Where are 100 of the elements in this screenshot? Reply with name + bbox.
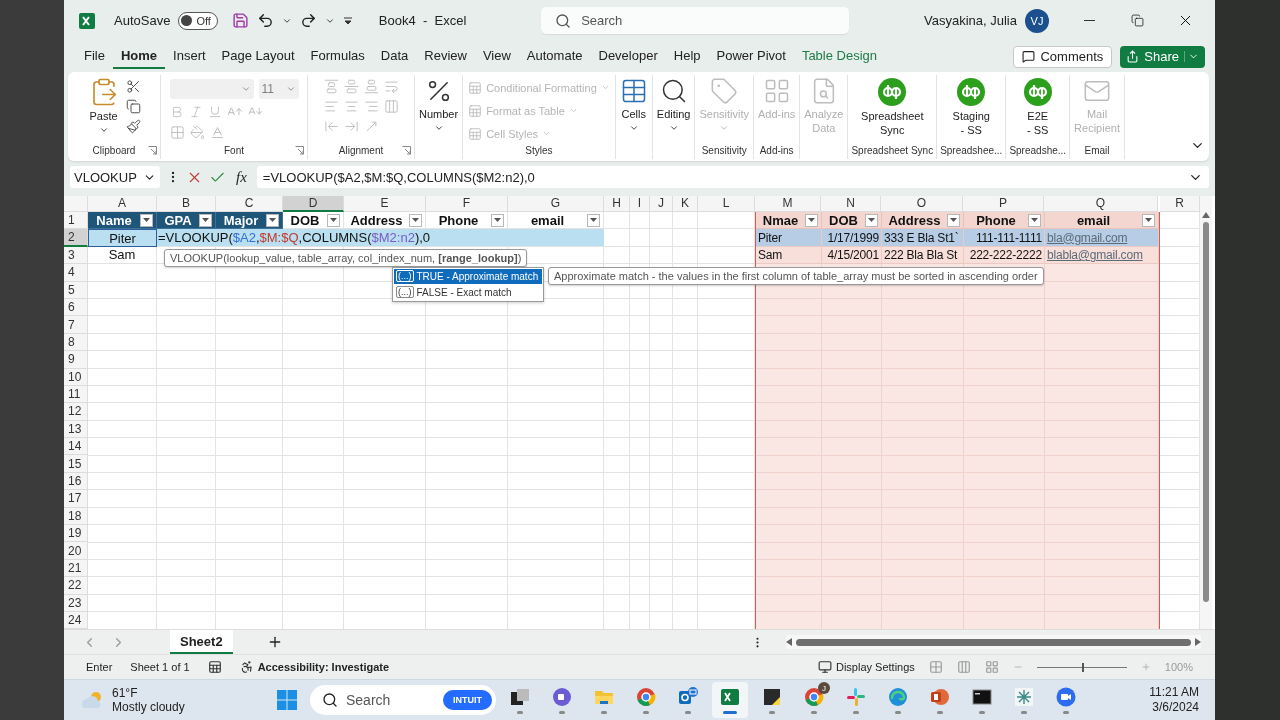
- filter-button[interactable]: [1028, 213, 1041, 227]
- filter-button[interactable]: [587, 213, 600, 227]
- filter-button[interactable]: [327, 213, 340, 227]
- align-right-icon[interactable]: [363, 98, 379, 114]
- row-header[interactable]: 17: [64, 490, 88, 508]
- filter-button[interactable]: [199, 213, 212, 227]
- email-link[interactable]: blabla@gmail.com: [1047, 247, 1143, 262]
- column-header[interactable]: D: [283, 196, 344, 212]
- ribbon-tab[interactable]: Insert: [165, 44, 214, 70]
- accessibility-status[interactable]: Accessibility: Investigate: [257, 661, 390, 674]
- user-avatar[interactable]: VJ: [1025, 8, 1049, 33]
- row-header[interactable]: 2: [64, 229, 88, 247]
- ribbon-button[interactable]: E2E - SS: [1021, 74, 1054, 139]
- page-layout-icon[interactable]: [956, 660, 971, 675]
- autocomplete-option[interactable]: (...) TRUE - Approximate match: [394, 269, 542, 284]
- row-header[interactable]: 15: [64, 455, 88, 473]
- column-header[interactable]: A: [88, 196, 157, 212]
- formula-field[interactable]: =VLOOKUP($A2,$M:$Q,COLUMNS($M2:n2),0: [256, 166, 1209, 189]
- accessibility-icon[interactable]: [239, 660, 254, 675]
- column-header[interactable]: G: [508, 196, 604, 212]
- redo-icon[interactable]: [299, 12, 317, 30]
- ribbon-tab[interactable]: Home: [112, 44, 166, 70]
- row-header[interactable]: 12: [64, 403, 88, 421]
- start-icon[interactable]: [276, 689, 298, 712]
- email-link[interactable]: bla@gmail.com: [1047, 230, 1128, 245]
- ribbon-button[interactable]: Spreadsheet Sync: [860, 74, 925, 139]
- ribbon-button[interactable]: Cells: [618, 74, 649, 135]
- ribbon-tab[interactable]: View: [474, 44, 519, 70]
- column-header[interactable]: K: [673, 196, 698, 212]
- align-bottom-icon[interactable]: [363, 78, 379, 94]
- insert-function-button[interactable]: fx: [232, 168, 251, 186]
- customize-icon[interactable]: [342, 15, 353, 26]
- filter-button[interactable]: [491, 213, 504, 227]
- ribbon-tab[interactable]: File: [76, 44, 113, 70]
- comments-button[interactable]: Comments: [1013, 45, 1113, 68]
- column-header[interactable]: E: [344, 196, 426, 212]
- align-left-icon[interactable]: [323, 98, 339, 114]
- scroll-up-icon[interactable]: [1202, 212, 1210, 218]
- autosave-toggle[interactable]: Off: [178, 11, 218, 30]
- share-button[interactable]: Share: [1120, 45, 1205, 68]
- ribbon-tab[interactable]: Data: [372, 44, 417, 70]
- ribbon-button[interactable]: Number: [418, 74, 460, 135]
- intuit-badge[interactable]: INTUIT: [443, 690, 492, 711]
- column-header[interactable]: N: [821, 196, 881, 212]
- paste-button[interactable]: Paste: [87, 74, 120, 137]
- sheet-tab[interactable]: Sheet2: [170, 630, 233, 655]
- cell-formula[interactable]: =VLOOKUP($A2,$M:$Q,COLUMNS($M2:n2),0: [157, 229, 604, 247]
- ribbon-tab[interactable]: Power Pivot: [708, 44, 794, 70]
- row-header[interactable]: 14: [64, 438, 88, 456]
- row-header[interactable]: 19: [64, 525, 88, 543]
- row-header[interactable]: 22: [64, 577, 88, 595]
- column-header[interactable]: B: [157, 196, 216, 212]
- column-header[interactable]: L: [698, 196, 755, 212]
- search-field[interactable]: Search: [541, 7, 850, 35]
- normal-view-icon[interactable]: [928, 660, 943, 675]
- ribbon-tab[interactable]: Help: [665, 44, 709, 70]
- ribbon-tab[interactable]: Automate: [518, 44, 591, 70]
- column-header[interactable]: R: [1160, 196, 1200, 212]
- borders-icon[interactable]: [169, 124, 185, 140]
- column-header[interactable]: I: [630, 196, 650, 212]
- taskbar-search[interactable]: Search INTUIT: [310, 685, 496, 716]
- display-settings-icon[interactable]: [818, 660, 832, 675]
- column-header[interactable]: C: [216, 196, 283, 212]
- zoom-thumb[interactable]: [1081, 662, 1084, 672]
- row-header[interactable]: 9: [64, 351, 88, 369]
- column-header[interactable]: M: [755, 196, 821, 212]
- display-settings-button[interactable]: Display Settings: [836, 661, 915, 674]
- vertical-scrollbar[interactable]: [1200, 196, 1212, 630]
- ribbon-button[interactable]: Editing: [655, 74, 692, 135]
- row-header[interactable]: 7: [64, 316, 88, 334]
- align-middle-icon[interactable]: [343, 78, 359, 94]
- ribbon-tab[interactable]: Page Layout: [213, 44, 303, 70]
- filter-button[interactable]: [865, 213, 878, 227]
- column-header[interactable]: F: [426, 196, 508, 212]
- ribbon-button[interactable]: Staging - SS: [951, 74, 991, 139]
- filter-button[interactable]: [140, 213, 153, 227]
- name-box[interactable]: VLOOKUP: [70, 166, 160, 189]
- column-header[interactable]: P: [963, 196, 1044, 212]
- row-header[interactable]: 20: [64, 542, 88, 560]
- column-header[interactable]: Q: [1044, 196, 1158, 212]
- copy-icon[interactable]: [125, 98, 141, 114]
- filter-button[interactable]: [805, 213, 818, 227]
- page-break-icon[interactable]: [984, 660, 999, 675]
- save-icon[interactable]: [231, 12, 249, 30]
- wrap-text-icon[interactable]: [383, 78, 399, 94]
- column-header[interactable]: O: [881, 196, 963, 212]
- scrollbar-thumb[interactable]: [796, 638, 1191, 646]
- undo-icon[interactable]: [256, 12, 274, 30]
- ribbon-tab[interactable]: Formulas: [302, 44, 373, 70]
- column-header[interactable]: H: [604, 196, 630, 212]
- ribbon-tab[interactable]: Table Design: [793, 44, 886, 70]
- font-color-icon[interactable]: [209, 124, 225, 140]
- horizontal-scrollbar[interactable]: [786, 635, 1201, 650]
- taskbar-app[interactable]: J: [796, 682, 832, 719]
- font-name-field[interactable]: [169, 78, 254, 99]
- ribbon-tab[interactable]: Review: [416, 44, 475, 70]
- scroll-left-icon[interactable]: [786, 638, 792, 647]
- filter-button[interactable]: [1142, 213, 1155, 227]
- column-header[interactable]: J: [650, 196, 673, 212]
- cut-icon[interactable]: [125, 78, 141, 94]
